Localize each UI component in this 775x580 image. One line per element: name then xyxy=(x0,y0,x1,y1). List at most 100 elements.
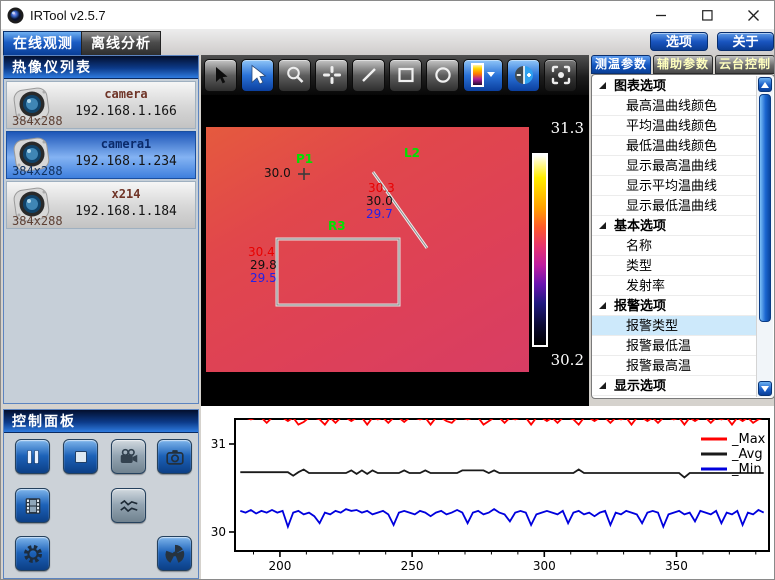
control-panel-header: 控制面板 xyxy=(4,410,198,433)
black-arrow-select-button[interactable] xyxy=(204,59,237,92)
line-marker-max: 30.3 xyxy=(368,182,395,194)
colorbar-max-label: 31.3 xyxy=(551,119,584,137)
parameter-tree: 图表选项最高温曲线颜色平均温曲线颜色最低温曲线颜色显示最高温曲线显示平均温曲线显… xyxy=(592,76,756,398)
white-arrow-icon xyxy=(247,64,269,86)
ellipse-tool-icon xyxy=(433,65,453,85)
svg-text:300: 300 xyxy=(533,559,556,573)
parameter-tab-strip: 测温参数 辅助参数 云台控制 xyxy=(591,55,775,74)
tab-aux-params[interactable]: 辅助参数 xyxy=(653,55,713,74)
tree-item[interactable]: 名称 xyxy=(592,236,756,256)
point-crosshair-marker xyxy=(298,168,310,180)
tree-item[interactable]: 报警类型 xyxy=(592,316,756,336)
tree-item[interactable]: 发射率 xyxy=(592,276,756,296)
palette-button[interactable] xyxy=(463,59,503,92)
arrow-down-icon xyxy=(761,386,769,392)
point-marker-temp: 30.0 xyxy=(264,167,291,179)
rect-measure-button[interactable] xyxy=(389,59,422,92)
tree-group[interactable]: 图表选项 xyxy=(592,76,756,96)
record-video-button[interactable] xyxy=(111,439,146,474)
control-panel: 控制面板 xyxy=(3,409,199,579)
camera-ip: 192.168.1.234 xyxy=(57,154,195,169)
shutter-icon xyxy=(164,543,186,565)
camera-resolution: 384x288 xyxy=(12,214,63,228)
snapshot-icon xyxy=(164,446,186,468)
line-marker-min: 29.7 xyxy=(366,208,393,220)
stop-button[interactable] xyxy=(63,439,98,474)
pause-icon xyxy=(23,447,43,467)
curve-chart-icon xyxy=(118,495,140,517)
auto-focus-button[interactable] xyxy=(544,59,577,92)
point-measure-button[interactable] xyxy=(315,59,348,92)
camera-name: camera1 xyxy=(57,137,195,151)
tree-item[interactable]: 最低温曲线颜色 xyxy=(592,136,756,156)
zoom-magnifier-icon xyxy=(285,65,305,85)
rect-marker-avg: 29.8 xyxy=(250,259,277,271)
app-lens-icon xyxy=(7,7,24,24)
tab-ptz-control[interactable]: 云台控制 xyxy=(715,55,775,74)
rect-marker-max: 30.4 xyxy=(248,246,275,258)
tree-group[interactable]: 基本选项 xyxy=(592,216,756,236)
tree-item[interactable]: 显示最高温曲线 xyxy=(592,156,756,176)
tree-scrollbar[interactable] xyxy=(756,76,773,397)
scroll-down-button[interactable] xyxy=(758,381,772,396)
tree-item[interactable]: 报警最低温 xyxy=(592,336,756,356)
about-button[interactable]: 关于 xyxy=(717,32,774,51)
close-icon xyxy=(748,10,758,20)
shutter-button[interactable] xyxy=(157,536,192,571)
temperature-chart: 2002503003503031_Max_Avg_Min xyxy=(201,406,775,580)
settings-button[interactable] xyxy=(15,536,50,571)
rect-marker-min: 29.5 xyxy=(250,272,277,284)
expanded-triangle-icon xyxy=(599,382,606,389)
svg-text:_Avg: _Avg xyxy=(731,447,763,462)
arrow-up-icon xyxy=(761,82,769,88)
svg-text:31: 31 xyxy=(211,437,226,451)
black-arrow-icon xyxy=(211,65,231,85)
camera-list-panel: 热像仪列表 camera 192.168.1.166 384x288 xyxy=(3,55,199,404)
svg-text:30: 30 xyxy=(211,525,226,539)
video-file-icon xyxy=(22,495,44,517)
tab-offline-analysis[interactable]: 离线分析 xyxy=(81,31,161,55)
expanded-triangle-icon xyxy=(599,222,606,229)
contrast-adjust-icon xyxy=(513,64,535,86)
camera-list-item[interactable]: x214 192.168.1.184 384x288 xyxy=(6,181,196,229)
camera-list-header: 热像仪列表 xyxy=(4,56,198,79)
line-tool-icon xyxy=(359,65,379,85)
tree-item[interactable]: 最高温曲线颜色 xyxy=(592,96,756,116)
scrollbar-thumb[interactable] xyxy=(759,94,771,322)
palette-dropdown-icon xyxy=(469,62,497,88)
tab-online-observe[interactable]: 在线观测 xyxy=(3,31,83,55)
tree-item[interactable]: 显示最低温曲线 xyxy=(592,196,756,216)
minimize-button[interactable] xyxy=(638,1,684,29)
tree-item[interactable]: 报警最高温 xyxy=(592,356,756,376)
scroll-up-button[interactable] xyxy=(758,77,772,92)
thermal-image[interactable]: P1 30.0 L2 30.3 30.0 29.7 R3 30.4 29.8 2… xyxy=(206,127,529,372)
maximize-button[interactable] xyxy=(684,1,730,29)
zoom-tool-button[interactable] xyxy=(278,59,311,92)
video-file-button[interactable] xyxy=(15,488,50,523)
tree-item[interactable]: 显示平均温曲线 xyxy=(592,176,756,196)
contrast-button[interactable] xyxy=(507,59,540,92)
tree-group[interactable]: 报警选项 xyxy=(592,296,756,316)
camera-list-item-selected[interactable]: camera1 192.168.1.234 384x288 xyxy=(6,131,196,179)
pause-button[interactable] xyxy=(15,439,50,474)
tree-group[interactable]: 显示选项 xyxy=(592,376,756,396)
ellipse-measure-button[interactable] xyxy=(426,59,459,92)
svg-text:_Min: _Min xyxy=(731,462,762,477)
svg-text:_Max: _Max xyxy=(731,432,766,447)
curve-chart-button[interactable] xyxy=(111,488,146,523)
tab-measure-params[interactable]: 测温参数 xyxy=(591,55,651,74)
snapshot-button[interactable] xyxy=(157,439,192,474)
camera-list-item[interactable]: camera 192.168.1.166 384x288 xyxy=(6,81,196,129)
rect-tool-icon xyxy=(396,65,416,85)
measure-toolbar xyxy=(201,55,589,95)
temperature-colorbar xyxy=(532,153,548,347)
tree-item[interactable]: 平均温曲线颜色 xyxy=(592,116,756,136)
line-measure-button[interactable] xyxy=(352,59,385,92)
svg-text:200: 200 xyxy=(268,559,291,573)
tree-item[interactable]: 类型 xyxy=(592,256,756,276)
stop-icon xyxy=(71,447,91,467)
close-button[interactable] xyxy=(730,1,775,29)
white-arrow-select-button[interactable] xyxy=(241,59,274,92)
tree-item[interactable]: 文字大小 xyxy=(592,396,756,398)
options-button[interactable]: 选项 xyxy=(650,32,708,51)
